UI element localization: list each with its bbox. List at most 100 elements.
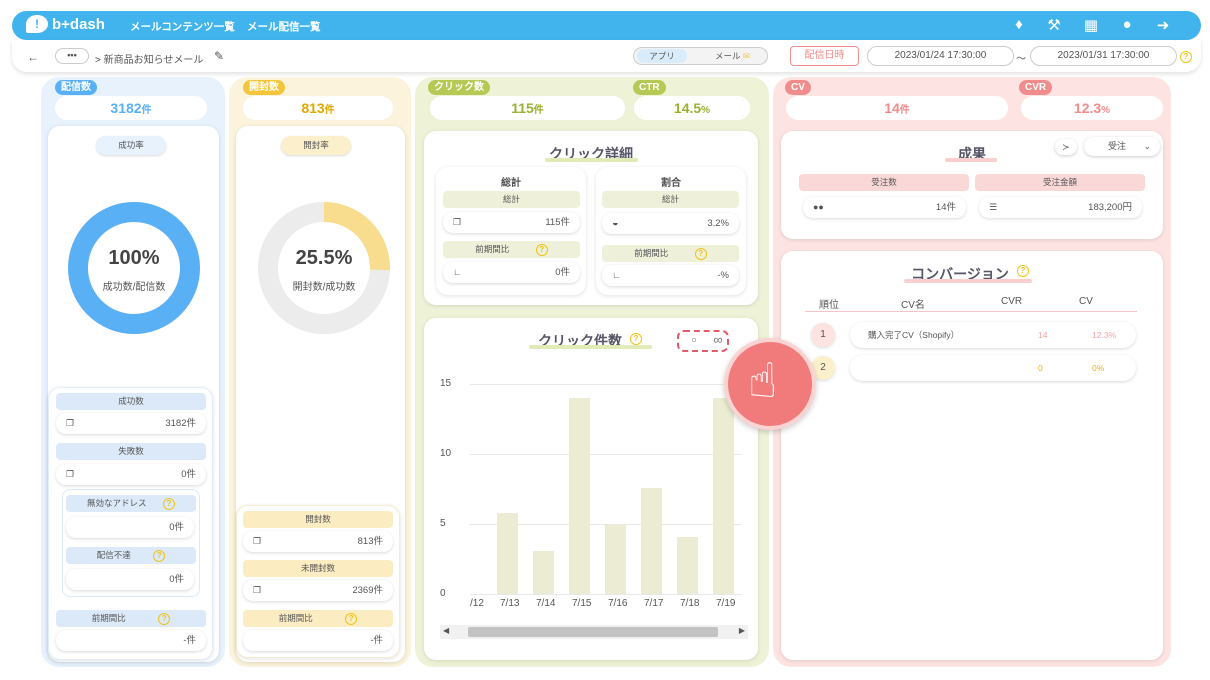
total-label: 総計 xyxy=(443,191,580,208)
open-rate-caption: 開封数/成功数 xyxy=(292,282,356,293)
line-chart-icon: ∟ xyxy=(612,270,621,280)
chart-scrollbar[interactable]: ◀ ▶ xyxy=(440,625,748,639)
x-tick-label: 7/17 xyxy=(644,598,664,609)
tab-app[interactable]: アプリ xyxy=(637,49,687,63)
x-tick-label: 7/15 xyxy=(572,598,592,609)
delivery-count-value: 3182件 xyxy=(55,96,207,120)
ratio-prev-value: ∟ -% xyxy=(602,265,739,286)
col-rank: 順位 xyxy=(819,300,839,311)
total-value: ❐ 115件 xyxy=(443,212,580,233)
date-range-button[interactable]: 配信日時 xyxy=(790,46,859,66)
help-icon[interactable]: ? xyxy=(345,613,358,625)
chart-bar[interactable] xyxy=(605,525,626,594)
cv-cv: 12.3% xyxy=(1092,330,1117,340)
help-icon[interactable]: ? xyxy=(1017,265,1029,277)
gridline xyxy=(470,594,742,595)
col-cv: CV xyxy=(1079,296,1093,307)
scrollbar-thumb[interactable] xyxy=(468,627,718,637)
delivery-count-tag: 配信数 xyxy=(55,80,97,95)
help-icon[interactable]: ? xyxy=(535,244,548,256)
fail-count-label: 失敗数 xyxy=(56,443,206,460)
logout-icon[interactable]: ➜ xyxy=(1153,16,1173,34)
cv-tag: CV xyxy=(785,80,811,95)
bell-icon[interactable]: ♦ xyxy=(1009,16,1029,33)
conversion-row[interactable]: 購入完了CV（Shopify） 14 12.3% xyxy=(850,322,1136,348)
help-icon[interactable]: ? xyxy=(158,613,171,625)
click-bar-chart xyxy=(470,384,742,595)
rank-badge: 1 xyxy=(811,323,835,347)
date-to-field[interactable]: 2023/01/31 17:30:00 xyxy=(1030,46,1177,66)
open-prev-label: 前期間比 ? xyxy=(243,610,393,627)
line-chart-icon: ∟ xyxy=(453,267,462,277)
y-tick-label: 15 xyxy=(440,378,452,389)
edit-pencil-icon[interactable]: ✎ xyxy=(214,49,224,63)
invalid-address-value: 0件 xyxy=(66,517,194,538)
result-type-select[interactable]: 受注 ⌄ xyxy=(1084,137,1160,156)
title-underline xyxy=(904,279,1032,283)
cv-value: 14件 xyxy=(786,96,1008,120)
cv-cvr: 0 xyxy=(1038,363,1043,373)
share-icon[interactable]: ≻ xyxy=(1055,139,1077,155)
chart-bar[interactable] xyxy=(569,398,590,594)
undelivered-value: 0件 xyxy=(66,569,194,590)
y-tick-label: 5 xyxy=(440,518,446,529)
open-rate-label: 開封率 xyxy=(281,136,351,155)
open-count-tag: 開封数 xyxy=(243,80,285,95)
door-icon: ❐ xyxy=(253,536,262,546)
cvr-tag: CVR xyxy=(1019,80,1053,95)
door-icon: ❐ xyxy=(66,418,75,428)
gridline xyxy=(470,454,742,455)
amount-value: ☰ 183,200円 xyxy=(979,197,1142,218)
x-tick-label: 7/14 xyxy=(536,598,556,609)
chart-bar[interactable] xyxy=(713,398,734,594)
help-icon[interactable]: ? xyxy=(162,498,175,510)
scroll-right-icon[interactable]: ▶ xyxy=(739,626,745,635)
success-rate-percent: 100% xyxy=(108,247,160,269)
ratio-label: 総計 xyxy=(602,191,739,208)
chart-bar[interactable] xyxy=(497,512,518,594)
gridline xyxy=(470,384,742,385)
scroll-left-icon[interactable]: ◀ xyxy=(443,626,449,635)
click-count-value: 115件 xyxy=(430,96,625,120)
col-cvr: CVR xyxy=(1001,296,1023,307)
chart-bar[interactable] xyxy=(533,550,554,594)
app-logo[interactable]: ! b+dash xyxy=(26,15,105,33)
more-button[interactable]: ••• xyxy=(55,48,89,64)
y-tick-label: 10 xyxy=(440,448,452,459)
grid-icon[interactable]: ▦ xyxy=(1081,16,1101,34)
date-from-field[interactable]: 2023/01/24 17:30:00 xyxy=(867,46,1014,66)
ratio-prev-label: 前期間比 ? xyxy=(602,245,739,262)
cv-name: 購入完了CV（Shopify） xyxy=(868,330,960,340)
x-tick-label: 7/19 xyxy=(716,598,736,609)
hand-pointer-icon: ☝ xyxy=(748,355,778,408)
fail-count-value: ❐ 0件 xyxy=(56,464,206,485)
door-icon: ❐ xyxy=(253,585,262,595)
conversion-table-header: 順位 CV名 CVR CV xyxy=(805,296,1137,312)
help-icon[interactable]: ? xyxy=(153,550,166,562)
delivery-prev-value: -件 xyxy=(56,630,206,651)
chart-bar[interactable] xyxy=(677,536,698,594)
orders-value: ●● 14件 xyxy=(803,197,966,218)
link-icon[interactable]: ∞ xyxy=(710,332,726,348)
amount-label: 受注金額 xyxy=(975,174,1145,191)
back-arrow-icon[interactable]: ← xyxy=(27,50,39,64)
nav-mail-content-list[interactable]: メールコンテンツ一覧 xyxy=(130,19,235,34)
bar-chart-icon[interactable]: ▫ xyxy=(683,332,705,348)
ratio-value: ◒ 3.2% xyxy=(602,213,739,234)
x-tick-label: 7/16 xyxy=(608,598,628,609)
conversion-row[interactable]: 0 0% xyxy=(850,355,1136,381)
delivery-prev-label: 前期間比 ? xyxy=(56,610,206,627)
y-tick-label: 0 xyxy=(440,588,446,599)
help-icon[interactable]: ? xyxy=(1180,51,1192,63)
tab-mail[interactable]: メール ✉ xyxy=(705,49,760,63)
chat-icon[interactable]: ● xyxy=(1117,16,1137,33)
help-icon[interactable]: ? xyxy=(694,248,707,260)
help-icon[interactable]: ? xyxy=(630,333,642,345)
wrench-icon[interactable]: ⚒ xyxy=(1044,16,1064,34)
date-separator: 〜 xyxy=(1016,54,1026,65)
chart-bar[interactable] xyxy=(641,487,662,594)
success-count-value: ❐ 3182件 xyxy=(56,413,206,434)
nav-mail-delivery-list[interactable]: メール配信一覧 xyxy=(247,19,321,34)
success-count-label: 成功数 xyxy=(56,393,206,410)
orders-label: 受注数 xyxy=(799,174,969,191)
